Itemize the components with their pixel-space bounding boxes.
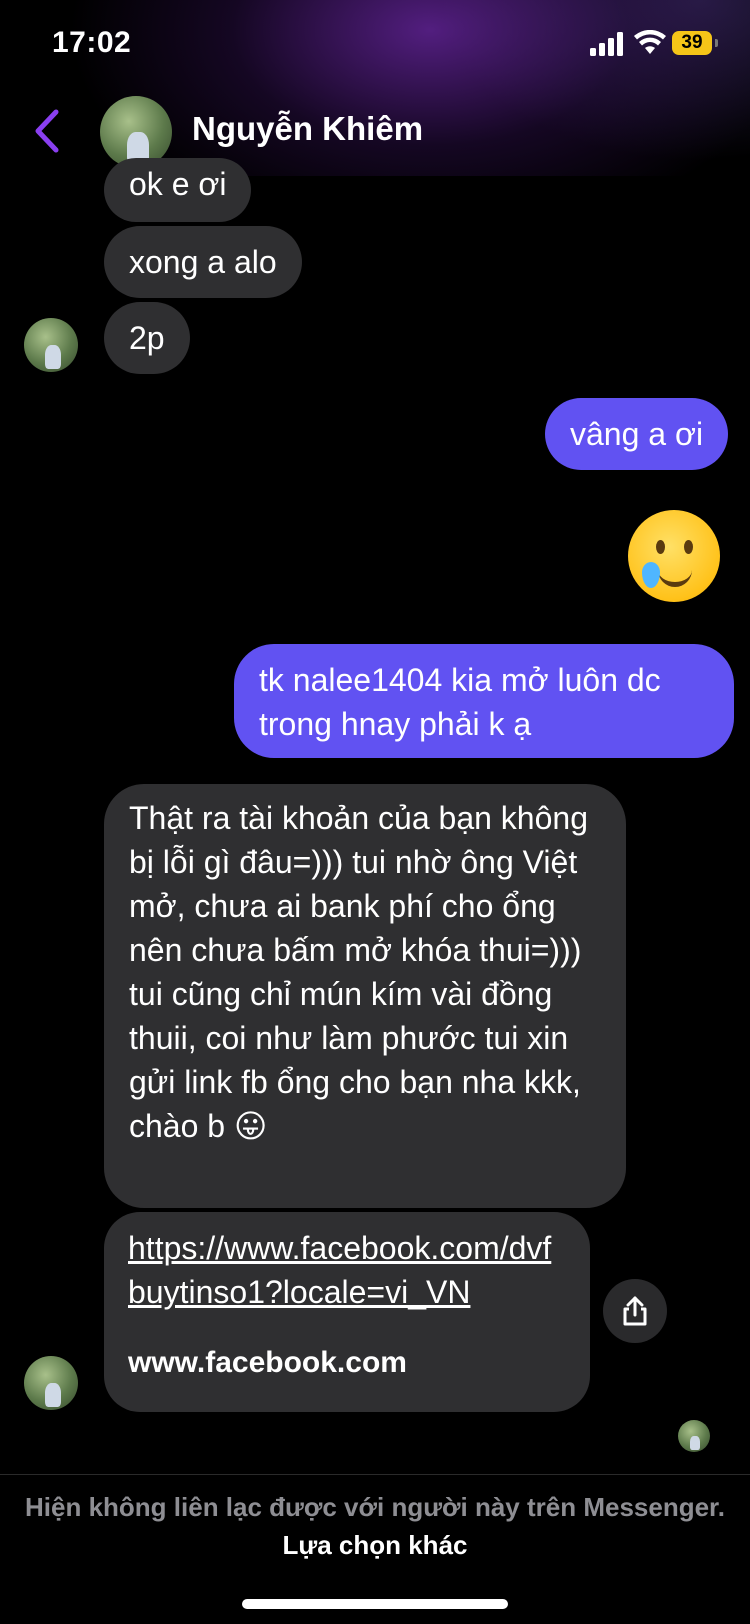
wifi-icon: [634, 30, 666, 54]
sender-avatar[interactable]: [24, 1356, 78, 1410]
status-time: 17:02: [52, 26, 132, 59]
divider: [0, 1474, 750, 1475]
message-text: xong a alo: [129, 244, 277, 280]
battery-icon: 39: [672, 31, 718, 55]
message-text: tk nalee1404 kia mở luôn dc trong hnay p…: [259, 662, 661, 742]
status-bar: 17:02 39: [0, 0, 750, 90]
message-bubble-incoming[interactable]: ok e ơi: [104, 158, 252, 222]
message-bubble-outgoing[interactable]: tk nalee1404 kia mở luôn dc trong hnay p…: [234, 644, 734, 758]
unavailable-notice: Hiện không liên lạc được với người này t…: [0, 1488, 750, 1564]
link-preview-bubble[interactable]: https://www.facebook.com/dvfbuytinso1?lo…: [104, 1212, 590, 1412]
message-bubble-incoming[interactable]: xong a alo: [104, 226, 302, 298]
message-bubble-incoming[interactable]: Thật ra tài khoản của bạn không bị lỗi g…: [104, 784, 626, 1208]
share-icon: [623, 1296, 647, 1326]
chat-header: Nguyễn Khiêm: [0, 90, 750, 176]
sender-avatar[interactable]: [24, 318, 78, 372]
message-bubble-outgoing[interactable]: vâng a ơi: [545, 398, 729, 470]
message-bubble-incoming[interactable]: 2p: [104, 302, 190, 374]
notice-text: Hiện không liên lạc được với người này t…: [25, 1492, 725, 1522]
battery-level: 39: [681, 32, 703, 53]
message-text: ok e ơi: [129, 166, 227, 202]
message-text: Thật ra tài khoản của bạn không bị lỗi g…: [129, 800, 588, 1144]
back-chevron-icon[interactable]: [30, 108, 64, 154]
read-receipt-avatar: [678, 1420, 710, 1452]
share-button[interactable]: [603, 1279, 667, 1343]
link-url[interactable]: https://www.facebook.com/dvfbuytinso1?lo…: [128, 1226, 568, 1314]
link-domain: www.facebook.com: [128, 1346, 407, 1379]
other-options-link[interactable]: Lựa chọn khác: [283, 1530, 468, 1560]
cellular-signal-icon: [590, 32, 623, 56]
message-text: 2p: [129, 320, 165, 356]
crying-smile-emoji[interactable]: [628, 510, 720, 602]
contact-name[interactable]: Nguyễn Khiêm: [192, 110, 423, 148]
message-text: vâng a ơi: [570, 416, 704, 452]
home-indicator[interactable]: [242, 1599, 508, 1609]
